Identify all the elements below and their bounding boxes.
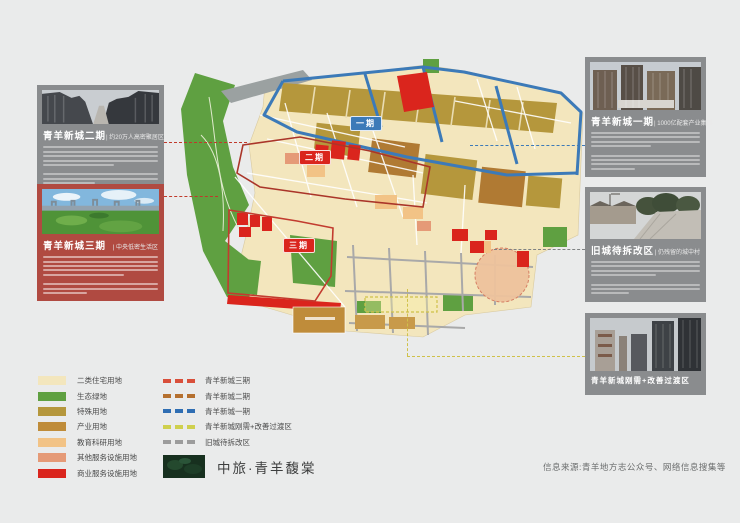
transition-zone-box — [365, 297, 437, 312]
land-use-swatch — [38, 422, 66, 431]
phase2-connector-line — [164, 142, 247, 143]
transition-photo — [590, 318, 701, 371]
phase2-badge: 二期 — [299, 150, 331, 165]
legend-item: 二类住宅用地 — [38, 373, 158, 388]
transition-connector-vline — [407, 289, 408, 356]
source-note: 信息来源:青羊地方志公众号、网络信息搜集等 — [543, 461, 726, 473]
brand-name: 中旅·青羊馥棠 — [217, 457, 317, 477]
legend-item: 青羊新城三期 — [163, 373, 333, 388]
master-plan-map — [165, 45, 585, 345]
land-use-swatch — [38, 407, 66, 416]
transition-connector-hline — [407, 356, 585, 357]
zone-swatch — [163, 409, 195, 413]
zone-swatch — [163, 425, 195, 429]
phase3-card-subtitle: | 中央低密生活区 — [113, 242, 158, 251]
oldtown-card: 旧城待拆改区 | 仍残留的城中村 — [585, 187, 706, 302]
zone-swatch — [163, 440, 195, 444]
phase1-card-subtitle: | 1000亿配套产业集群 — [654, 118, 713, 127]
oldtown-connector-line — [494, 249, 585, 250]
phase3-card-body-text — [43, 256, 158, 294]
transition-card-title: 青羊新城刚需+改善过渡区 — [591, 375, 690, 386]
phase3-card-header: 青羊新城三期 | 中央低密生活区 — [43, 238, 158, 252]
brand-logo-image — [163, 455, 205, 478]
oldtown-card-header: 旧城待拆改区 | 仍残留的城中村 — [591, 243, 700, 257]
masterplan-poster: 一期 二期 三期 青羊新城二期 | 约20万人高密聚居区 — [0, 0, 740, 523]
phase2-card-subtitle: | 约20万人高密聚居区 — [106, 132, 164, 141]
phase2-card-header: 青羊新城二期 | 约20万人高密聚居区 — [43, 128, 158, 142]
phase2-card-body-text — [43, 146, 158, 184]
legend-item: 青羊新城二期 — [163, 388, 333, 403]
phase1-card-title: 青羊新城一期 — [591, 114, 654, 128]
zone-swatch — [163, 394, 195, 398]
phase1-card-body-text — [591, 132, 700, 170]
phase3-connector-line — [164, 196, 218, 197]
legend-item: 教育科研用地 — [38, 435, 158, 450]
land-use-swatch — [38, 392, 66, 401]
phase2-card: 青羊新城二期 | 约20万人高密聚居区 — [37, 85, 164, 192]
land-use-swatch — [38, 376, 66, 385]
phase3-badge: 三期 — [283, 238, 315, 253]
transition-card: 青羊新城刚需+改善过渡区 — [585, 313, 706, 395]
phase3-card-title: 青羊新城三期 — [43, 238, 106, 252]
phase2-photo — [42, 90, 159, 124]
phase2-card-title: 青羊新城二期 — [43, 128, 106, 142]
phase1-connector-line — [470, 145, 585, 146]
legend-item: 生态绿地 — [38, 388, 158, 403]
phase3-photo — [42, 189, 159, 234]
phase3-card: 青羊新城三期 | 中央低密生活区 — [37, 184, 164, 301]
phase1-photo — [590, 62, 701, 110]
legend-item: 特殊用地 — [38, 404, 158, 419]
legend-item: 产业用地 — [38, 419, 158, 434]
oldtown-photo — [590, 192, 701, 239]
transition-card-header: 青羊新城刚需+改善过渡区 — [591, 375, 700, 386]
land-use-swatch — [38, 469, 66, 478]
land-use-swatch — [38, 453, 66, 462]
legend-item: 青羊新城一期 — [163, 404, 333, 419]
land-use-swatch — [38, 438, 66, 447]
legend-item: 其他服务设施用地 — [38, 450, 158, 465]
legend-item: 商业服务设施用地 — [38, 465, 158, 480]
phase1-card-header: 青羊新城一期 | 1000亿配套产业集群 — [591, 114, 700, 128]
phase1-badge: 一期 — [350, 116, 382, 131]
legend-item: 青羊新城刚需+改善过渡区 — [163, 419, 333, 434]
legend-land-use-column: 二类住宅用地 生态绿地 特殊用地 产业用地 教育科研用地 其他服务设施用地 商业… — [38, 373, 158, 481]
oldtown-card-subtitle: | 仍残留的城中村 — [655, 247, 700, 256]
zone-swatch — [163, 379, 195, 383]
legend-item: 旧城待拆改区 — [163, 435, 333, 450]
legend-zones-column: 青羊新城三期 青羊新城二期 青羊新城一期 青羊新城刚需+改善过渡区 旧城待拆改区 — [163, 373, 333, 450]
oldtown-card-body-text — [591, 261, 700, 294]
phase1-card: 青羊新城一期 | 1000亿配套产业集群 — [585, 57, 706, 177]
brand-row: 中旅·青羊馥棠 — [163, 455, 317, 478]
oldtown-card-title: 旧城待拆改区 — [591, 243, 654, 257]
